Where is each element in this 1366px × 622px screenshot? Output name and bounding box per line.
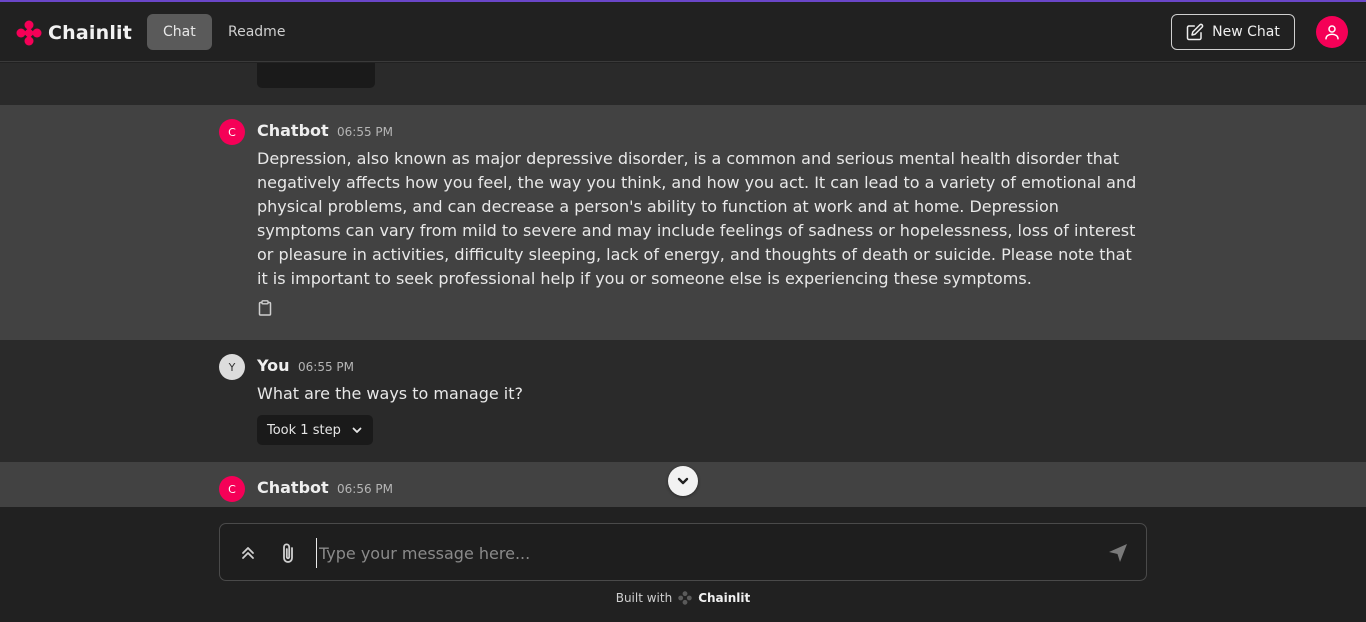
chainlit-logo-icon bbox=[16, 20, 42, 46]
chatbot-avatar: C bbox=[219, 119, 245, 145]
scroll-to-bottom-button[interactable] bbox=[668, 466, 698, 496]
message-author: Chatbot bbox=[257, 121, 329, 140]
paperclip-icon bbox=[283, 543, 293, 563]
message-list[interactable]: C Chatbot 06:55 PM Depression, also know… bbox=[0, 63, 1366, 507]
message-chatbot-1: C Chatbot 06:55 PM Depression, also know… bbox=[0, 105, 1366, 340]
message-content: Depression, also known as major depressi… bbox=[257, 149, 1137, 288]
chatbot-avatar: C bbox=[219, 476, 245, 502]
user-avatar: Y bbox=[219, 354, 245, 380]
message-content: What are the ways to manage it? bbox=[257, 384, 523, 403]
chevron-down-icon bbox=[352, 427, 362, 433]
built-with-footer: Built with Chainlit bbox=[0, 591, 1366, 605]
user-icon bbox=[1325, 25, 1339, 40]
send-button[interactable] bbox=[1107, 542, 1129, 564]
step-label: Took 1 step bbox=[267, 422, 341, 438]
new-chat-button[interactable]: New Chat bbox=[1171, 14, 1295, 50]
message-composer bbox=[219, 523, 1147, 581]
message-input[interactable] bbox=[316, 538, 1096, 568]
message-time: 06:55 PM bbox=[298, 360, 354, 374]
copy-icon[interactable] bbox=[258, 300, 272, 316]
message-time: 06:56 PM bbox=[337, 482, 393, 496]
took-step-button[interactable]: Took 1 step bbox=[257, 415, 373, 445]
user-menu-button[interactable] bbox=[1316, 16, 1348, 48]
chevron-down-icon bbox=[677, 477, 689, 485]
message-author: Chatbot bbox=[257, 478, 329, 497]
tab-readme[interactable]: Readme bbox=[212, 14, 301, 50]
chevrons-up-icon bbox=[242, 547, 254, 559]
chainlit-logo-icon bbox=[678, 591, 692, 605]
app-name: Chainlit bbox=[48, 22, 133, 44]
app-header: Chainlit Chat Readme New Chat bbox=[0, 2, 1366, 62]
message-author: You bbox=[257, 356, 290, 375]
previous-step-button[interactable] bbox=[257, 63, 375, 88]
built-with-brand[interactable]: Chainlit bbox=[698, 591, 750, 605]
attach-file-button[interactable] bbox=[277, 542, 299, 564]
built-with-label: Built with bbox=[615, 591, 673, 605]
message-time: 06:55 PM bbox=[337, 125, 393, 139]
tab-chat[interactable]: Chat bbox=[147, 14, 212, 50]
message-previous-partial bbox=[0, 63, 1366, 105]
new-chat-label: New Chat bbox=[1212, 24, 1280, 40]
message-user-1: Y You 06:55 PM What are the ways to mana… bbox=[0, 340, 1366, 462]
expand-settings-button[interactable] bbox=[237, 542, 259, 564]
app-logo[interactable]: Chainlit bbox=[16, 20, 132, 46]
edit-icon bbox=[1186, 23, 1204, 41]
send-icon bbox=[1109, 544, 1127, 562]
